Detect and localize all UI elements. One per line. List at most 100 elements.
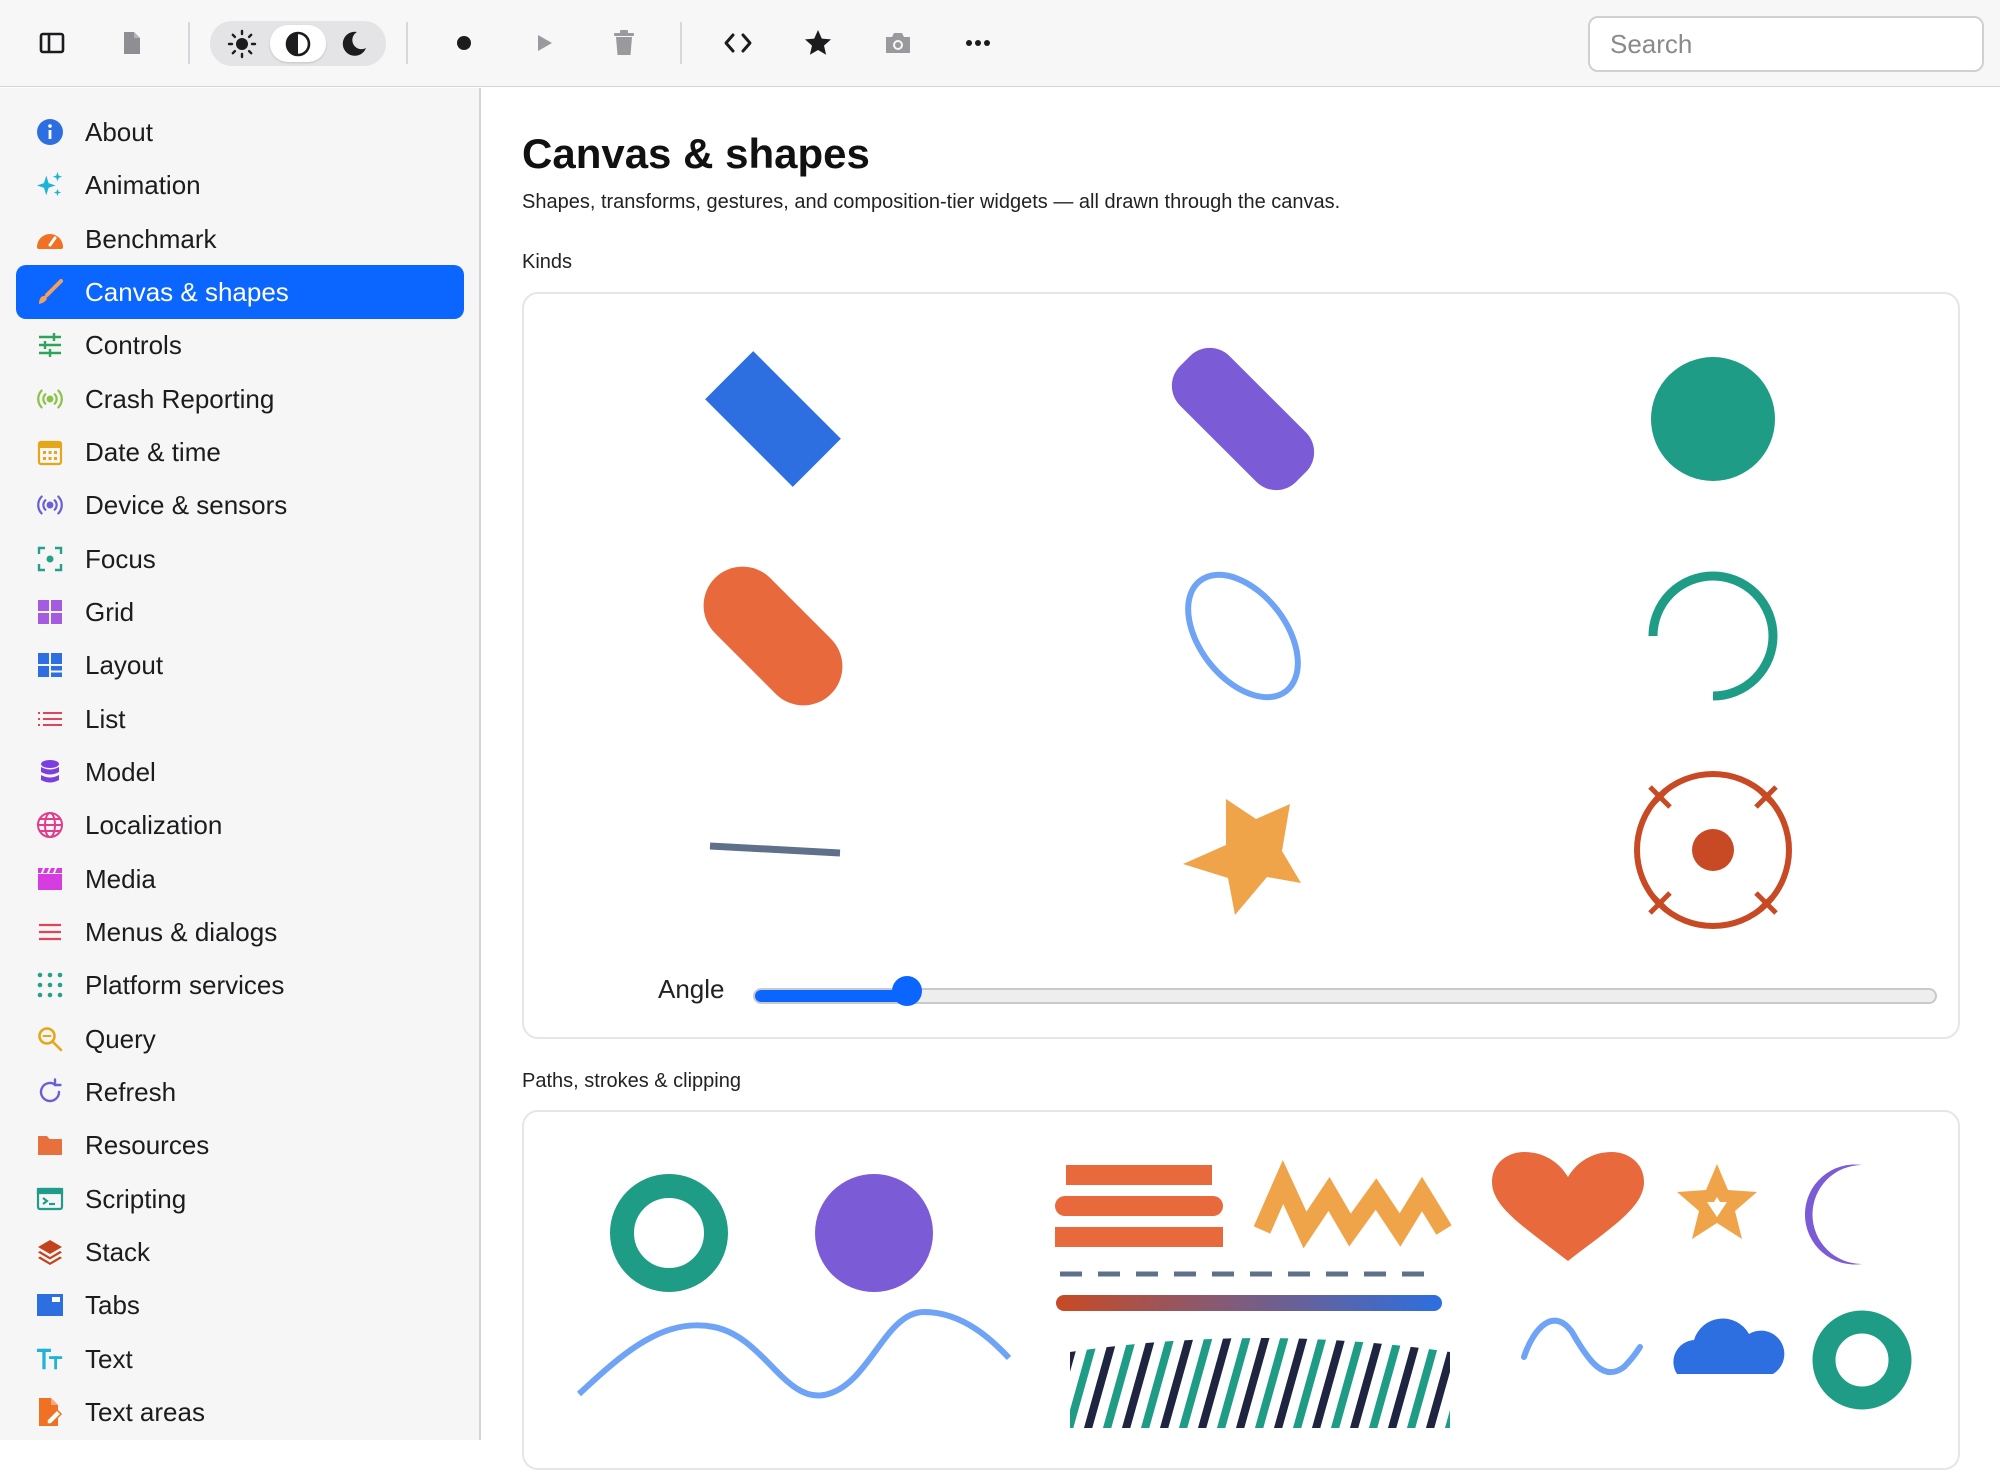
trash-icon (614, 30, 634, 55)
main-content: Canvas & shapes Shapes, transforms, gest… (483, 88, 2000, 1470)
magnifier-icon (36, 1025, 64, 1053)
search-input[interactable] (1588, 16, 1984, 72)
paths-section-label: Paths, strokes & clipping (522, 1070, 741, 1092)
angle-slider[interactable] (753, 988, 1937, 1004)
sidebar-item-list[interactable]: List (16, 692, 464, 746)
sidebar-item-label: Crash Reporting (85, 383, 275, 414)
sun-icon (227, 29, 257, 58)
sidebar-item-stack[interactable]: Stack (16, 1225, 464, 1279)
sidebar-item-label: Query (85, 1023, 156, 1054)
line-shape[interactable] (709, 842, 841, 857)
sidebar-item-layout[interactable]: Layout (16, 638, 464, 692)
play-button[interactable] (520, 19, 568, 67)
sidebar-item-label: Benchmark (85, 223, 217, 254)
wave-stroke[interactable] (576, 1308, 1012, 1399)
page-title: Canvas & shapes (522, 130, 870, 177)
sidebar-item-date-time[interactable]: Date & time (16, 425, 464, 479)
sidebar-item-label: Menus & dialogs (85, 916, 278, 947)
code-icon (724, 33, 752, 53)
heart-path[interactable] (1492, 1152, 1644, 1261)
sidebar-item-label: Text (85, 1343, 133, 1374)
circle-shape[interactable] (1651, 357, 1775, 481)
dark-theme-button[interactable] (326, 25, 382, 62)
rectangle-shape[interactable] (705, 351, 841, 487)
sidebar-item-label: Grid (85, 596, 135, 627)
sidebar-item-label: Media (85, 863, 156, 894)
clipped-circle[interactable] (815, 1174, 933, 1292)
sparkles-icon (36, 171, 64, 199)
sidebar-item-label: Stack (85, 1236, 151, 1267)
more-icon (966, 40, 990, 46)
gradient-bar[interactable] (1056, 1295, 1442, 1311)
sidebar-item-label: Controls (85, 329, 182, 360)
grid-icon (36, 598, 64, 626)
capsule-shape[interactable] (687, 550, 858, 721)
sidebar-item-label: Date & time (85, 436, 221, 467)
sidebar-item-grid[interactable]: Grid (16, 585, 464, 639)
system-theme-button[interactable] (270, 25, 326, 62)
crescent-path[interactable] (1804, 1164, 1862, 1265)
menu-icon (36, 918, 64, 946)
gauge-icon (36, 225, 64, 253)
document-button[interactable] (108, 19, 156, 67)
sidebar-item-label: Animation (85, 169, 201, 200)
theme-segmented-control (210, 21, 386, 66)
sidebar-item-platform-services[interactable]: Platform services (16, 958, 464, 1012)
kinds-section-label: Kinds (522, 251, 573, 273)
paths-canvas (576, 1152, 1912, 1432)
sidebar-item-text-areas[interactable]: Text areas (16, 1385, 464, 1439)
kinds-card: Angle (522, 292, 1960, 1039)
delete-button[interactable] (600, 19, 648, 67)
favorite-button[interactable] (794, 19, 842, 67)
arc-shape[interactable] (1648, 571, 1778, 701)
clapperboard-icon (36, 865, 64, 893)
striped-clip[interactable] (1030, 1332, 1495, 1432)
sidebar-item-scripting[interactable]: Scripting (16, 1172, 464, 1226)
sidebar-item-label: Canvas & shapes (85, 276, 289, 307)
stacked-bars[interactable] (1055, 1165, 1223, 1247)
more-button[interactable] (954, 19, 1002, 67)
stack-icon (36, 1238, 64, 1266)
sidebar-item-model[interactable]: Model (16, 745, 464, 799)
screenshot-button[interactable] (874, 19, 922, 67)
ellipse-shape[interactable] (1166, 554, 1320, 717)
star-shape[interactable] (1183, 799, 1301, 915)
sidebar-item-focus[interactable]: Focus (16, 532, 464, 586)
sidebar: About Animation Benchmark Canvas & shape… (0, 88, 481, 1440)
camera-icon (886, 33, 910, 53)
sidebar-item-controls[interactable]: Controls (16, 318, 464, 372)
ring-path[interactable] (610, 1174, 728, 1292)
sidebar-item-canvas-shapes[interactable]: Canvas & shapes (16, 265, 464, 319)
sidebar-item-menus-dialogs[interactable]: Menus & dialogs (16, 905, 464, 959)
star-outline-path[interactable] (1677, 1164, 1757, 1239)
code-button[interactable] (714, 19, 762, 67)
sidebar-item-media[interactable]: Media (16, 852, 464, 906)
ring-path-2[interactable] (1812, 1310, 1912, 1410)
sidebar-item-resources[interactable]: Resources (16, 1118, 464, 1172)
sidebar-item-query[interactable]: Query (16, 1012, 464, 1066)
sidebar-item-localization[interactable]: Localization (16, 798, 464, 852)
sidebar-item-text[interactable]: Text (16, 1332, 464, 1386)
zigzag-stroke[interactable] (1253, 1159, 1452, 1249)
target-shape[interactable] (1634, 771, 1792, 929)
rounded-rectangle-shape[interactable] (1160, 336, 1325, 501)
cloud-path[interactable] (1673, 1318, 1785, 1374)
sidebar-item-crash-reporting[interactable]: Crash Reporting (16, 372, 464, 426)
sidebar-toggle-button[interactable] (28, 19, 76, 67)
star-icon (805, 30, 831, 55)
sidebar-item-about[interactable]: About (16, 105, 464, 159)
sidebar-item-animation[interactable]: Animation (16, 158, 464, 212)
toolbar (0, 0, 2000, 87)
record-icon (457, 36, 471, 50)
sidebar-item-device-sensors[interactable]: Device & sensors (16, 478, 464, 532)
sidebar-item-refresh[interactable]: Refresh (16, 1065, 464, 1119)
sine-stroke[interactable] (1521, 1317, 1643, 1375)
light-theme-button[interactable] (214, 25, 270, 62)
play-icon (538, 35, 552, 51)
record-button[interactable] (440, 19, 488, 67)
sliders-icon (36, 331, 64, 359)
paths-card (522, 1110, 1960, 1470)
sidebar-item-tabs[interactable]: Tabs (16, 1278, 464, 1332)
angle-slider-thumb[interactable] (892, 976, 922, 1006)
sidebar-item-benchmark[interactable]: Benchmark (16, 212, 464, 266)
